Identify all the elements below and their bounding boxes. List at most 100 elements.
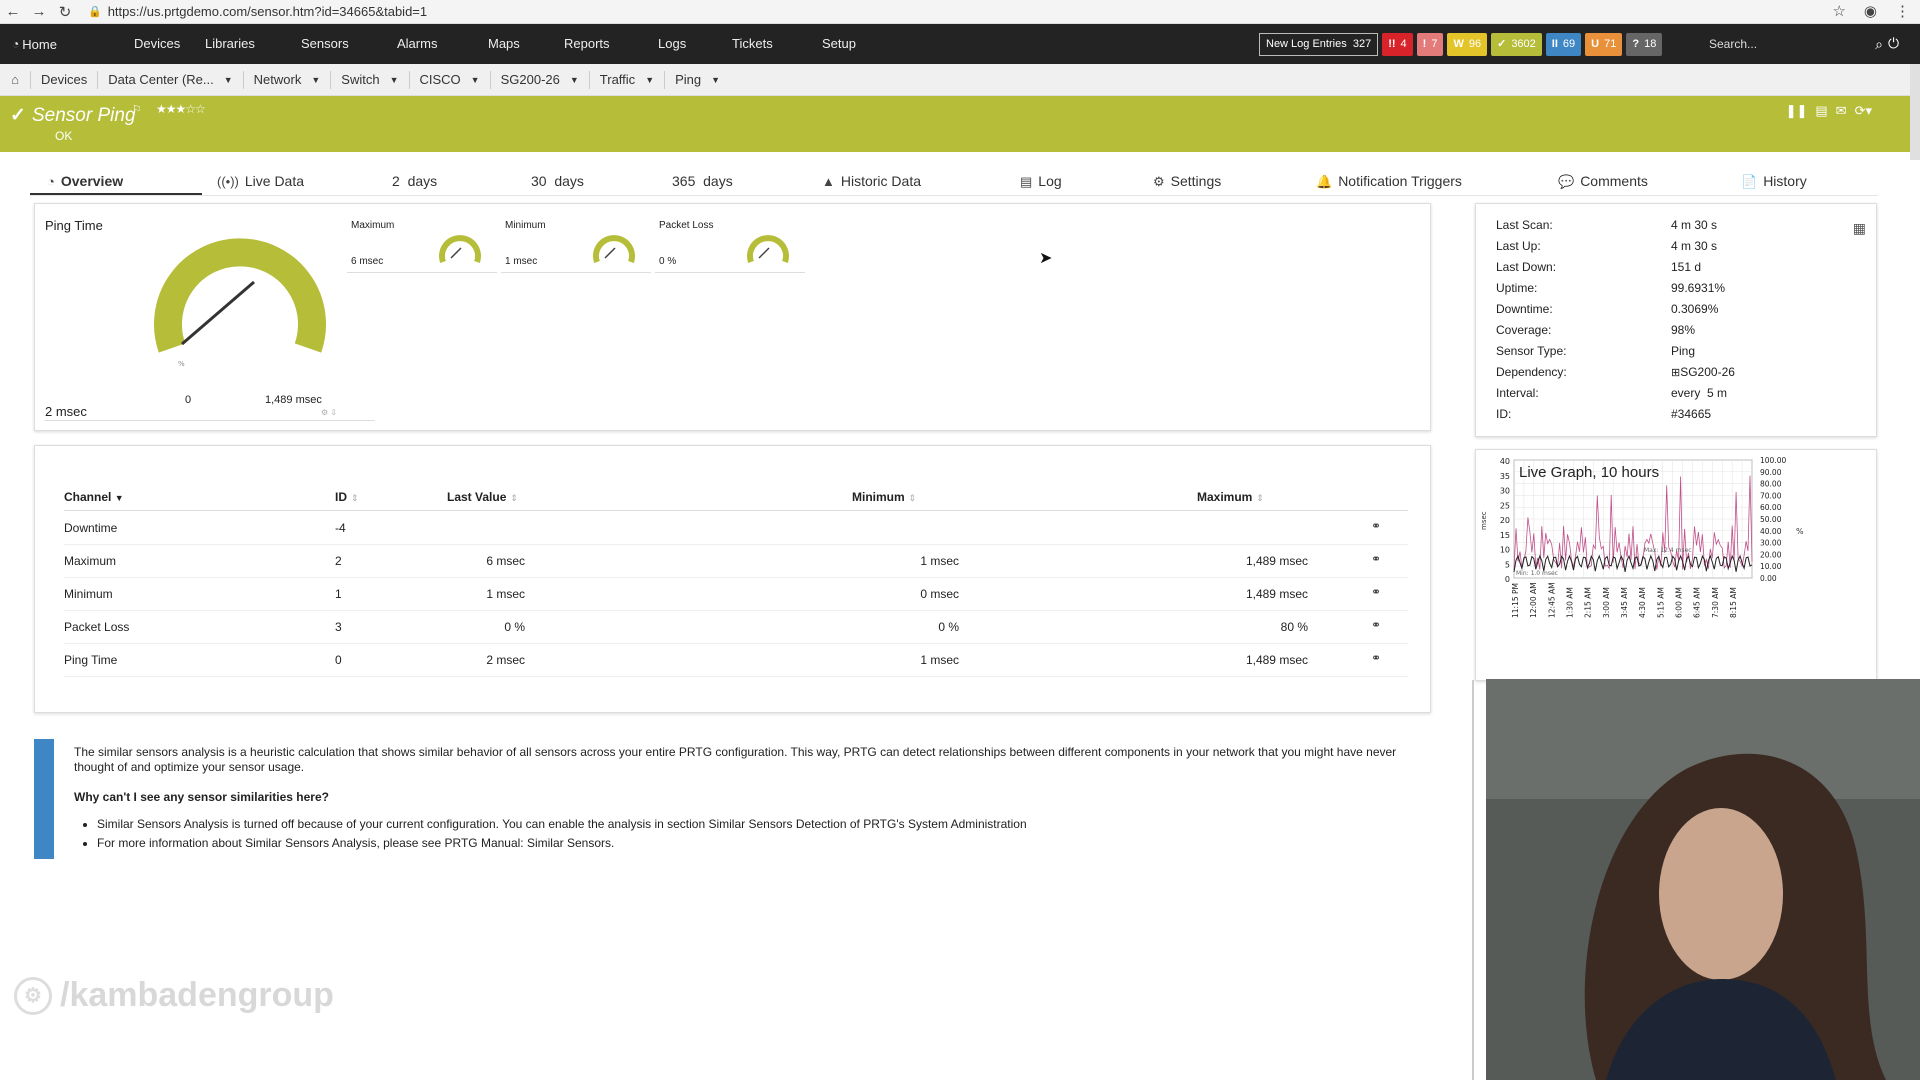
table-row[interactable]: Ping Time 0 2 msec 1 msec 1,489 msec ⚭ [64,644,1408,677]
tab-history[interactable]: 📄 History [1741,173,1807,190]
pause-icon[interactable]: ❚❚ [1786,103,1808,119]
power-icon[interactable]: ⏻ [1888,35,1899,52]
table-row[interactable]: Maximum 2 6 msec 1 msec 1,489 msec ⚭ [64,545,1408,578]
breadcrumb-item[interactable]: Network ▼ [242,70,331,89]
breadcrumb-item[interactable]: Data Center (Re... ▼ [97,70,242,89]
info-row: Last Scan: 4 m 30 s [1496,218,1717,232]
column-id[interactable]: ID ⇕ [335,490,359,504]
nav-item-alarms[interactable]: Alarms [397,36,460,51]
channel-graph-icon[interactable]: ⚭ [1371,552,1381,566]
cell-channel[interactable]: Downtime [64,521,117,535]
y-tick-right: 50.00 [1760,515,1782,524]
forward-arrow-icon[interactable]: → [26,3,52,20]
back-arrow-icon[interactable]: ← [0,3,26,20]
new-log-entries-button[interactable]: New Log Entries 327 [1259,33,1379,56]
column-channel[interactable]: Channel ▼ [64,490,124,504]
cell-channel[interactable]: Packet Loss [64,620,129,634]
dropdown-caret-icon[interactable]: ▼ [311,75,320,85]
search-icon[interactable]: ⌕ [1875,36,1883,53]
column-minimum[interactable]: Minimum ⇕ [852,490,916,504]
dropdown-caret-icon[interactable]: ▼ [390,75,399,85]
breadcrumb-item[interactable]: Devices [30,70,97,89]
status-glyph-icon: ? [1632,38,1640,50]
dependency-link[interactable]: SG200-26 [1680,365,1735,379]
flag-icon[interactable]: ⚐ [132,103,142,116]
cell-channel[interactable]: Ping Time [64,653,117,667]
status-badge[interactable]: ? 18 [1626,33,1663,56]
notice-bar [34,739,54,859]
tab-2-days[interactable]: 2 days [392,173,437,189]
qr-code-icon[interactable]: ▦ [1853,220,1866,237]
live-graph-panel[interactable]: Live Graph, 10 hours 40 35 30 25 20 15 10 5 0 100.… [1475,449,1877,681]
y-tick-right: 10.00 [1760,562,1782,571]
nav-item-libraries[interactable]: Libraries [205,36,278,51]
live-graph-chart: Live Graph, 10 hours 40 35 30 25 20 15 10 5 0 100.… [1480,456,1804,618]
cell-channel[interactable]: Maximum [64,554,116,568]
nav-item-setup[interactable]: Setup [822,36,879,51]
nav-item-logs[interactable]: Logs [658,36,709,51]
nav-item-tickets[interactable]: Tickets [732,36,796,51]
account-icon[interactable]: ◉ [1864,2,1877,20]
channel-graph-icon[interactable]: ⚭ [1371,519,1381,533]
status-badge[interactable]: !! 4 [1382,33,1413,56]
nav-item-reports[interactable]: Reports [564,36,633,51]
cell-channel[interactable]: Minimum [64,587,113,601]
tab-historic-data[interactable]: ▲ Historic Data [822,173,921,189]
webcam-video-overlay [1486,679,1920,1080]
report-icon[interactable]: ▤ [1815,103,1827,119]
tab-365-days[interactable]: 365 days [672,173,733,189]
search-input[interactable]: Search... ⌕ [1709,32,1883,56]
dropdown-caret-icon[interactable]: ▼ [711,75,720,85]
status-badge[interactable]: ✓ 3602 [1491,33,1542,56]
column-last-value[interactable]: Last Value ⇕ [447,490,518,504]
reload-icon[interactable]: ↻ [52,3,78,21]
breadcrumb-item[interactable]: Ping ▼ [664,70,730,89]
status-badge[interactable]: II 69 [1545,33,1582,56]
refresh-icon[interactable]: ⟳▾ [1855,103,1872,119]
gauge-settings-icon[interactable]: ⚙ ⇩ [321,408,337,417]
menu-dots-icon[interactable]: ⋮ [1895,2,1910,20]
table-row[interactable]: Packet Loss 3 0 % 0 % 80 % ⚭ [64,611,1408,644]
dropdown-caret-icon[interactable]: ▼ [224,75,233,85]
star-icon[interactable]: ☆ [1832,2,1845,20]
status-badge[interactable]: W 96 [1447,33,1488,56]
table-row[interactable]: Minimum 1 1 msec 0 msec 1,489 msec ⚭ [64,578,1408,611]
tab-comments[interactable]: 💬 Comments [1558,173,1648,190]
column-maximum[interactable]: Maximum ⇕ [1197,490,1264,504]
comment-icon: 💬 [1558,174,1575,189]
channel-graph-icon[interactable]: ⚭ [1371,618,1381,632]
tab-log[interactable]: ▤ Log [1020,173,1062,190]
nav-home[interactable]: ◔ Home [0,37,85,52]
url-bar[interactable]: https://us.prtgdemo.com/sensor.htm?id=34… [108,4,427,19]
x-tick: 5:15 AM [1656,587,1665,618]
channel-graph-icon[interactable]: ⚭ [1371,651,1381,665]
nav-item-devices[interactable]: Devices [134,36,203,51]
breadcrumb-item[interactable]: Traffic ▼ [588,70,664,89]
tab-live-data[interactable]: ((•)) Live Data [217,173,304,189]
status-badge[interactable]: ! 7 [1416,33,1444,56]
table-row[interactable]: Downtime -4 ⚭ [64,512,1408,545]
x-tick: 2:15 AM [1584,587,1593,618]
breadcrumb-item[interactable]: CISCO ▼ [408,70,490,89]
tab-settings[interactable]: ⚙ Settings [1153,173,1221,190]
dropdown-caret-icon[interactable]: ▼ [471,75,480,85]
status-badge[interactable]: U 71 [1585,33,1623,56]
tab-30-days[interactable]: 30 days [531,173,584,189]
status-glyph-icon: W [1453,38,1464,50]
tab-overview[interactable]: ◔ Overview [47,173,123,189]
home-icon[interactable]: ⌂ [0,72,30,87]
email-icon[interactable]: ✉ [1836,103,1847,119]
priority-stars[interactable]: ★★★☆☆ [156,102,206,116]
breadcrumb-item[interactable]: SG200-26 ▼ [489,70,589,89]
nav-item-sensors[interactable]: Sensors [301,36,372,51]
y-tick-right: 20.00 [1760,550,1782,559]
nav-item-maps[interactable]: Maps [488,36,543,51]
dropdown-caret-icon[interactable]: ▼ [570,75,579,85]
breadcrumb-item[interactable]: Switch ▼ [330,70,408,89]
tab-notification-triggers[interactable]: 🔔 Notification Triggers [1316,173,1462,190]
sensor-tabs: ◔ Overview ((•)) Live Data 2 days 30 days 365 … [30,173,1878,196]
channel-graph-icon[interactable]: ⚭ [1371,585,1381,599]
y-axis-unit-right: % [1796,527,1804,536]
y-tick-left: 5 [1505,560,1510,569]
dropdown-caret-icon[interactable]: ▼ [645,75,654,85]
